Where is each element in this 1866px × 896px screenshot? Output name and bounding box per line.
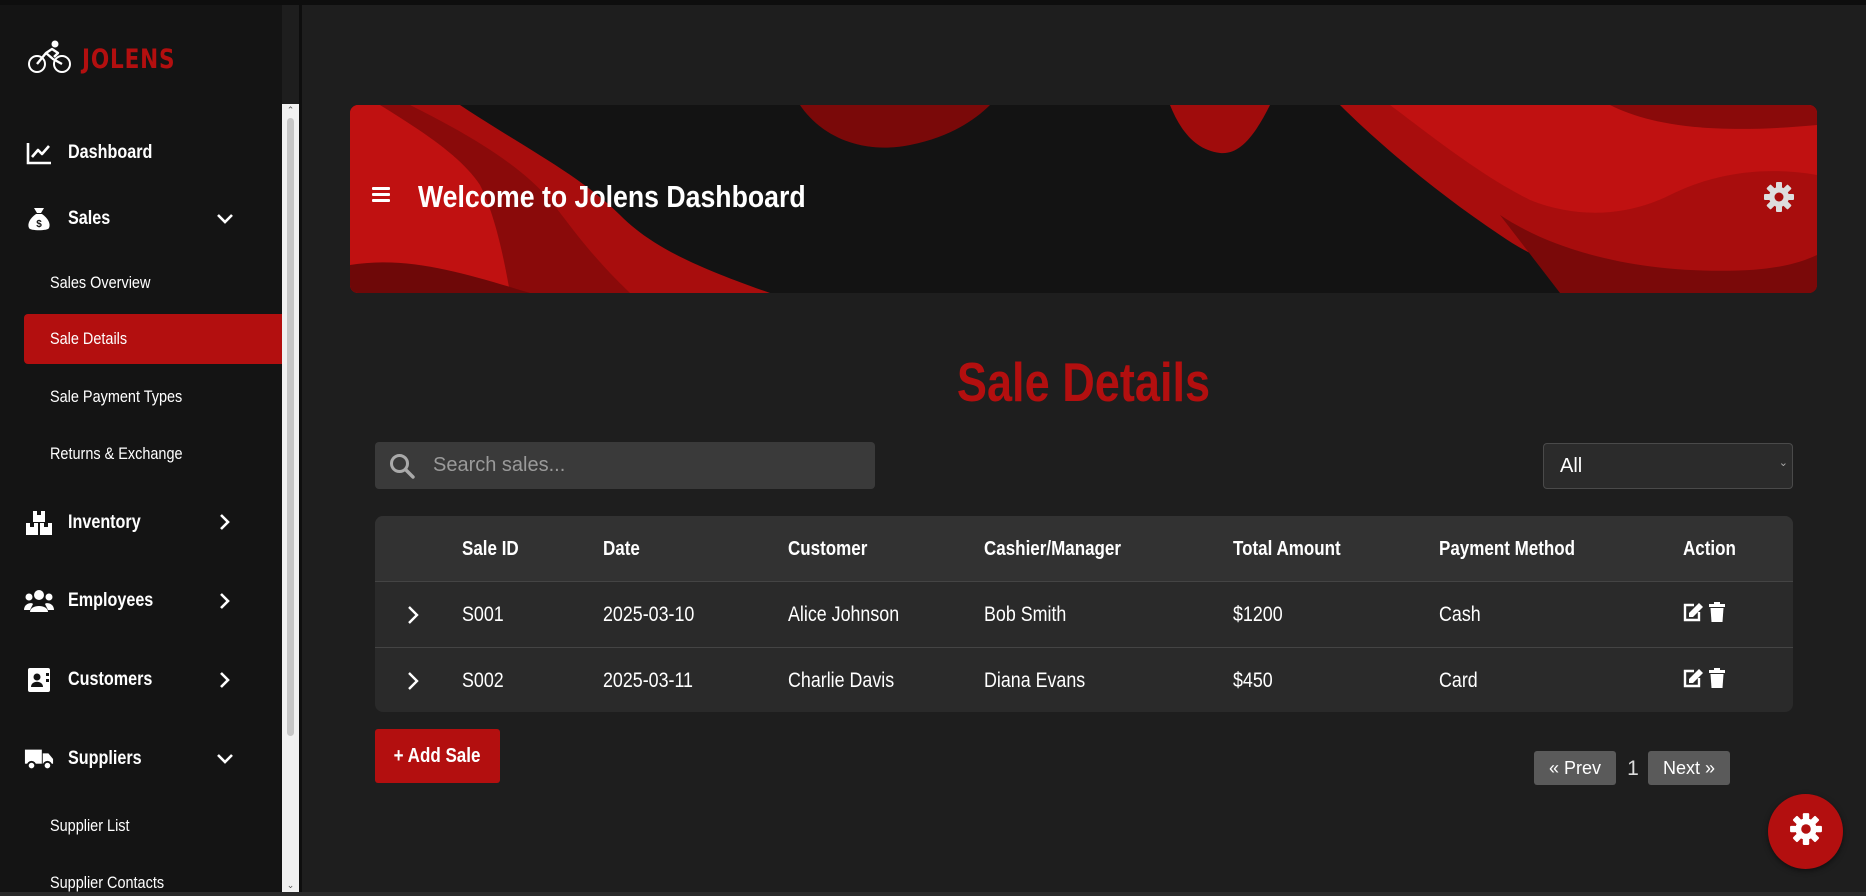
prev-page-button[interactable]: « Prev [1534, 751, 1616, 785]
chevron-down-icon[interactable] [214, 748, 236, 770]
settings-fab-button[interactable] [1768, 794, 1843, 869]
sidebar-item-label: Sale Details [50, 329, 128, 348]
cell-payment-method: Cash [1439, 603, 1481, 626]
brand-name: JOLENS [82, 43, 176, 75]
add-sale-label: + Add Sale [394, 744, 481, 767]
column-header[interactable]: Sale ID [462, 516, 529, 582]
column-header[interactable]: Customer [788, 516, 881, 582]
scroll-up-arrow[interactable]: ⌃ [286, 106, 295, 115]
sidebar-divider [299, 5, 302, 896]
chart-line-icon [24, 139, 54, 167]
table-row[interactable]: S001 2025-03-10 Alice Johnson Bob Smith … [375, 581, 1793, 648]
sidebar-item-dashboard[interactable]: Dashboard [24, 131, 167, 175]
sidebar-item-label: Suppliers [68, 748, 142, 769]
settings-gear-icon[interactable] [1763, 181, 1795, 213]
current-page-number: 1 [1627, 757, 1639, 780]
truck-icon [24, 745, 54, 773]
sidebar-item-employees[interactable]: Employees [24, 579, 168, 623]
table-row[interactable]: S002 2025-03-11 Charlie Davis Diana Evan… [375, 647, 1793, 712]
sidebar-item-label: Returns & Exchange [50, 444, 183, 463]
cell-customer: Alice Johnson [788, 603, 900, 626]
expand-row-chevron-icon[interactable] [401, 582, 425, 648]
scroll-down-arrow[interactable]: ⌄ [286, 881, 295, 890]
cell-payment-method: Card [1439, 669, 1478, 692]
delete-trash-icon[interactable] [1708, 601, 1726, 629]
sidebar-scrollbar[interactable]: ⌃ ⌄ [282, 104, 299, 892]
sidebar-subitem-supplier-list[interactable]: Supplier List [24, 801, 282, 851]
table-header: Sale ID Date Customer Cashier/Manager To… [375, 516, 1793, 581]
sidebar-item-label: Sale Payment Types [50, 387, 183, 406]
chevron-right-icon[interactable] [214, 511, 236, 533]
next-page-button[interactable]: Next » [1648, 751, 1730, 785]
scrollbar-thumb[interactable] [287, 118, 294, 736]
column-header[interactable]: Payment Method [1439, 516, 1599, 582]
chevron-right-icon[interactable] [214, 590, 236, 612]
sidebar-item-suppliers[interactable]: Suppliers [24, 737, 155, 781]
sidebar-subitem-sale-payment-types[interactable]: Sale Payment Types [24, 372, 282, 422]
cell-date: 2025-03-10 [603, 603, 695, 626]
boxes-icon [24, 509, 54, 537]
sidebar-item-label: Supplier Contacts [50, 873, 165, 892]
sidebar-item-sales[interactable]: $ Sales [24, 197, 118, 241]
sidebar-item-label: Sales [68, 208, 111, 229]
sidebar-item-label: Employees [68, 590, 154, 611]
row-actions [1682, 648, 1726, 712]
search-input[interactable] [431, 453, 855, 478]
sidebar-item-customers[interactable]: Customers [24, 658, 167, 702]
edit-icon[interactable] [1682, 668, 1704, 694]
expand-row-chevron-icon[interactable] [401, 648, 425, 712]
sales-table: Sale ID Date Customer Cashier/Manager To… [375, 516, 1793, 712]
page-title: Sale Details [956, 351, 1211, 413]
column-header: Action [1683, 537, 1736, 560]
delete-trash-icon[interactable] [1708, 667, 1726, 695]
sidebar-item-inventory[interactable]: Inventory [24, 501, 154, 545]
cell-customer: Charlie Davis [788, 669, 895, 692]
menu-toggle-icon[interactable] [372, 187, 390, 203]
add-sale-button[interactable]: + Add Sale [375, 729, 500, 783]
chevron-down-icon[interactable] [214, 208, 236, 230]
column-header[interactable]: Date [603, 516, 646, 582]
filter-select[interactable]: All ⌄ [1543, 443, 1793, 489]
sidebar-item-label: Inventory [68, 512, 141, 533]
brand[interactable]: JOLENS [28, 39, 199, 79]
cell-sale-id: S001 [462, 603, 504, 626]
search-box[interactable] [375, 442, 875, 489]
sidebar: JOLENS Dashboard $ Sales Sales Overview … [0, 5, 282, 896]
sidebar-item-label: Supplier List [50, 816, 130, 835]
sidebar-subitem-supplier-contacts[interactable]: Supplier Contacts [24, 858, 282, 896]
column-header[interactable]: Total Amount [1233, 516, 1360, 582]
sidebar-item-label: Customers [68, 669, 153, 690]
search-icon [389, 451, 419, 481]
cell-cashier: Bob Smith [984, 603, 1067, 626]
row-actions [1682, 582, 1726, 648]
cell-sale-id: S002 [462, 669, 504, 692]
sidebar-subitem-sale-details[interactable]: Sale Details [24, 314, 282, 364]
gear-icon [1789, 812, 1823, 851]
cell-total-amount: $1200 [1233, 603, 1283, 626]
chevron-right-icon[interactable] [214, 669, 236, 691]
sidebar-subitem-returns-exchange[interactable]: Returns & Exchange [24, 429, 282, 479]
chevron-down-icon: ⌄ [1778, 457, 1788, 469]
sidebar-item-label: Sales Overview [50, 273, 151, 292]
money-bag-icon: $ [24, 205, 54, 233]
cell-cashier: Diana Evans [984, 669, 1086, 692]
column-header[interactable]: Cashier/Manager [984, 516, 1145, 582]
cyclist-icon [28, 39, 72, 80]
filter-selected-value: All [1560, 454, 1583, 477]
address-card-icon [24, 666, 54, 694]
users-icon [24, 587, 54, 615]
cell-date: 2025-03-11 [603, 669, 693, 692]
cell-total-amount: $450 [1233, 669, 1273, 692]
bottom-border [0, 892, 1866, 896]
svg-text:$: $ [36, 219, 42, 230]
edit-icon[interactable] [1682, 602, 1704, 628]
sidebar-subitem-sales-overview[interactable]: Sales Overview [24, 258, 282, 308]
sidebar-item-label: Dashboard [68, 142, 153, 163]
header-title: Welcome to Jolens Dashboard [418, 179, 806, 214]
header-banner: Welcome to Jolens Dashboard [350, 105, 1817, 293]
